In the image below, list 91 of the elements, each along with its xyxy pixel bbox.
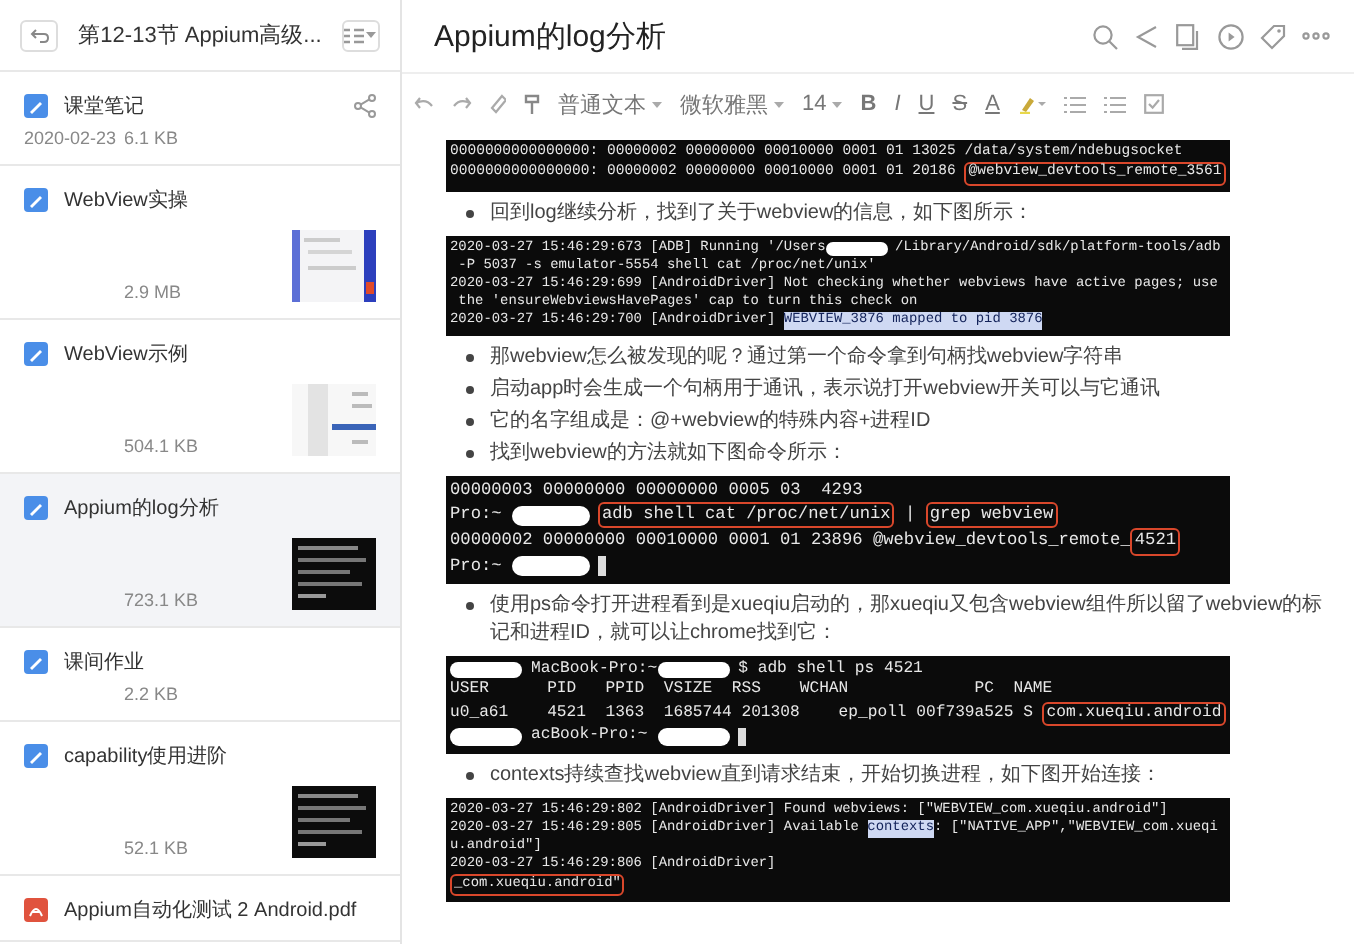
note-icon — [24, 342, 48, 366]
bullet-text: 使用ps命令打开进程看到是xueqiu启动的，那xueqiu又包含webview组件所以留了webview的标记和进程ID，就可以让chrome找到它： — [490, 591, 1325, 648]
redaction-mark — [511, 556, 590, 576]
note-title: 课堂笔记 — [64, 93, 146, 120]
note-size: 52.1 KB — [124, 838, 189, 858]
bullet-text: 它的名字组成是：@+webview的特殊内容+进程ID — [490, 408, 931, 437]
caret-icon — [366, 32, 377, 38]
caret-icon — [652, 101, 662, 107]
note-icon — [24, 94, 48, 118]
bullet-text: 那webview怎么被发现的呢？通过第一个命令拿到句柄找webview字符串 — [490, 344, 1124, 373]
terminal-text: $ adb shell ps 4521 — [738, 659, 923, 681]
underline-button[interactable]: U — [918, 92, 935, 116]
eraser-icon[interactable] — [490, 94, 506, 114]
note-icon — [24, 496, 48, 520]
redaction-mark — [450, 728, 523, 746]
note-size: 723.1 KB — [124, 590, 199, 610]
italic-button[interactable]: I — [894, 92, 901, 116]
text-cursor — [738, 727, 747, 747]
font-dropdown[interactable]: 微软雅黑 — [680, 89, 784, 119]
terminal-text: 00000003 00000000 00000000 0005 03 4293 — [450, 480, 863, 503]
highlighter-icon[interactable] — [1017, 94, 1046, 114]
notebook-title: 第12-13节 Appium高级... — [78, 21, 322, 50]
note-title: 课间作业 — [64, 649, 146, 676]
note-heading: Appium的log分析 — [434, 17, 668, 55]
undo-icon[interactable] — [414, 96, 434, 112]
numbered-list-icon[interactable] — [1103, 95, 1126, 113]
checkbox-icon[interactable] — [1143, 94, 1164, 114]
terminal-text: MacBook-Pro:~ — [530, 659, 658, 681]
note-date: 2020-02-23 — [24, 128, 119, 148]
font-size-dropdown[interactable]: 14 — [802, 92, 843, 116]
pdf-icon — [24, 898, 48, 922]
caret-icon — [832, 101, 843, 107]
note-size: 2.2 KB — [124, 684, 179, 704]
terminal-text: acBook-Pro:~ — [530, 726, 650, 748]
strikethrough-button[interactable]: S — [952, 92, 968, 116]
note-item[interactable]: 课间作业 2.2 KB — [0, 628, 400, 722]
note-item[interactable]: Appium自动化测试 2 Android.pdf — [0, 876, 400, 942]
note-size: 2.9 MB — [124, 282, 182, 302]
terminal-text: Pro:~ — [450, 555, 504, 578]
note-size: 504.1 KB — [124, 436, 199, 456]
note-item[interactable]: WebView示例 504.1 KB — [0, 320, 400, 474]
note-item[interactable]: Appium的log分析 723.1 KB — [0, 474, 400, 628]
bullet-list-icon[interactable] — [1063, 95, 1086, 113]
note-title: WebView实操 — [64, 187, 190, 214]
outlined-text: adb shell cat /proc/net/unix — [597, 502, 895, 529]
share-icon[interactable] — [354, 94, 376, 118]
note-item[interactable]: 课堂笔记 2020-02-23 6.1 KB — [0, 72, 400, 166]
note-icon — [24, 744, 48, 768]
terminal-text: 00000002 00000000 00010000 0001 01 23896 @webview_devtools_remote_ — [450, 530, 1131, 554]
format-painter-icon[interactable] — [524, 93, 540, 115]
paragraph-style-dropdown[interactable]: 普通文本 — [558, 89, 662, 119]
note-icon — [24, 650, 48, 674]
outlined-text: 4521 — [1130, 528, 1181, 556]
undo-icon — [29, 27, 50, 43]
bullet-text: contexts持续查找webview直到请求结束，开始切换进程，如下图开始连接： — [490, 761, 1162, 790]
terminal-text: u0_a61 4521 1363 1685744 201308 ep_poll 00f739a525 S — [450, 703, 1035, 725]
redaction-mark — [450, 661, 523, 679]
play-icon[interactable] — [1218, 23, 1244, 49]
note-item[interactable]: capability使用进阶 52.1 KB — [0, 722, 400, 876]
terminal-text: Pro:~ — [450, 504, 504, 527]
outlined-text: com.xueqiu.android — [1042, 701, 1226, 727]
bullet-text: 找到webview的方法就如下图命令所示： — [490, 440, 847, 469]
note-item[interactable]: WebView实操 2.9 MB — [0, 166, 400, 320]
copy-icon[interactable] — [1176, 23, 1202, 49]
redo-icon[interactable] — [452, 96, 472, 112]
outlined-text: grep webview — [925, 502, 1058, 529]
tag-icon[interactable] — [1260, 23, 1286, 49]
more-icon[interactable] — [1302, 32, 1330, 40]
bold-button[interactable]: B — [860, 92, 877, 116]
text-color-button[interactable]: A — [985, 92, 1000, 116]
terminal-text: USER PID PPID VSIZE RSS WCHAN PC NAME — [450, 680, 1053, 702]
share-icon[interactable] — [1134, 23, 1160, 49]
terminal-text: | — [903, 504, 918, 527]
text-cursor — [597, 555, 607, 577]
back-button[interactable] — [20, 19, 59, 51]
note-icon — [24, 188, 48, 212]
note-title: Appium的log分析 — [64, 495, 221, 522]
view-toggle-button[interactable] — [341, 19, 380, 51]
redaction-mark — [657, 728, 731, 746]
note-size: 6.1 KB — [124, 128, 179, 148]
bullet-text: 启动app时会生成一个句柄用于通讯，表示说打开webview开关可以与它通讯 — [490, 376, 1161, 405]
search-icon[interactable] — [1092, 23, 1118, 49]
note-title: Appium自动化测试 2 Android.pdf — [64, 897, 359, 924]
note-title: capability使用进阶 — [64, 743, 230, 770]
redaction-mark — [825, 241, 889, 257]
redaction-mark — [511, 506, 590, 526]
list-icon — [344, 27, 365, 43]
redaction-mark — [657, 661, 731, 679]
caret-icon — [774, 101, 784, 107]
note-title: WebView示例 — [64, 342, 190, 368]
bullet-text: 回到log继续分析，找到了关于webview的信息，如下图所示： — [490, 199, 1034, 228]
